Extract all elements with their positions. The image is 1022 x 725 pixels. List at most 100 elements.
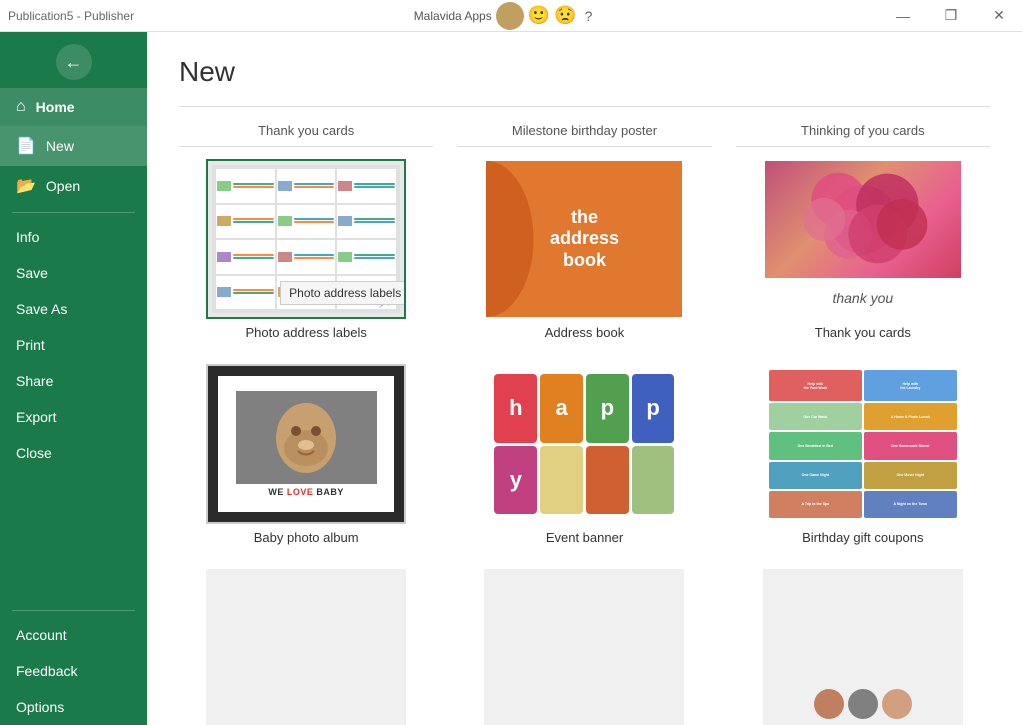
label-cell xyxy=(216,169,275,203)
coupons-thumb: Help withthe Yard Work Help withthe Laun… xyxy=(765,366,961,522)
section-divider xyxy=(179,106,990,107)
template-thumb-bottom-right xyxy=(763,569,963,725)
template-thumb-banner: h a p p y xyxy=(484,364,684,524)
flower-svg xyxy=(765,161,961,278)
template-thank-you-cards[interactable]: thank you Thank you cards xyxy=(736,159,990,340)
section-labels-row: Thank you cards Milestone birthday poste… xyxy=(179,123,990,147)
coupon-4: A Home & Photo Lunch xyxy=(864,403,957,430)
template-thumb-baby: WE LOVE BABY xyxy=(206,364,406,524)
sidebar-item-print[interactable]: Print xyxy=(0,327,147,363)
template-event-banner[interactable]: h a p p y Event banner xyxy=(457,364,711,545)
back-icon: ← xyxy=(65,52,83,73)
avatar-1 xyxy=(814,689,844,719)
baby-album-inner: WE LOVE BABY xyxy=(208,366,404,522)
sidebar-item-account[interactable]: Account xyxy=(0,617,147,653)
smile-icon: 🙂 xyxy=(528,5,550,26)
template-grid-row2: WE LOVE BABY Baby photo album h a p p y xyxy=(179,364,990,569)
home-icon: ⌂ xyxy=(16,98,26,116)
template-thumb-coupons: Help withthe Yard Work Help withthe Laun… xyxy=(763,364,963,524)
sidebar-item-info[interactable]: Info xyxy=(0,219,147,255)
baby-photo-area xyxy=(236,391,377,483)
banner-empty1 xyxy=(540,446,583,515)
sidebar-item-save-as[interactable]: Save As xyxy=(0,291,147,327)
template-bottom-right[interactable] xyxy=(736,569,990,725)
thank-you-img xyxy=(765,161,961,278)
share-label: Share xyxy=(16,373,53,389)
sidebar-divider-1 xyxy=(12,212,135,213)
main-content: New Thank you cards Milestone birthday p… xyxy=(147,0,1022,725)
coupon-3: One Car Wash xyxy=(769,403,862,430)
template-browser[interactable]: New Thank you cards Milestone birthday p… xyxy=(147,32,1022,725)
photo-labels-grid xyxy=(212,165,400,313)
template-thumb-address-book: theaddressbook xyxy=(484,159,684,319)
label-cell xyxy=(216,240,275,274)
close-label: Close xyxy=(16,445,52,461)
close-button[interactable]: ✕ xyxy=(976,0,1022,32)
label-cell xyxy=(277,276,336,310)
sidebar-item-feedback[interactable]: Feedback xyxy=(0,653,147,689)
sidebar-item-options[interactable]: Options xyxy=(0,689,147,725)
template-birthday-gift-coupons[interactable]: Help withthe Yard Work Help withthe Laun… xyxy=(736,364,990,545)
account-label: Account xyxy=(16,627,67,643)
label-cell xyxy=(337,169,396,203)
template-photo-address-labels[interactable]: Photo address labels 📌 Photo address lab… xyxy=(179,159,433,340)
baby-text: WE LOVE BABY xyxy=(268,487,344,497)
template-label-thank-you: Thank you cards xyxy=(815,325,911,340)
options-label: Options xyxy=(16,699,64,715)
sidebar-item-new[interactable]: 📄 New xyxy=(0,126,147,166)
sidebar-item-close[interactable]: Close xyxy=(0,435,147,471)
bottom-avatars xyxy=(814,689,912,719)
template-bottom-left[interactable] xyxy=(179,569,433,725)
sidebar-item-export[interactable]: Export xyxy=(0,399,147,435)
new-label: New xyxy=(46,138,74,154)
frown-icon: 😟 xyxy=(554,5,576,26)
sidebar-item-open[interactable]: 📂 Open xyxy=(0,166,147,206)
coupon-8: One Movie Night xyxy=(864,462,957,489)
thank-you-label: thank you xyxy=(765,278,961,317)
template-grid-row1: Photo address labels 📌 Photo address lab… xyxy=(179,159,990,364)
back-button[interactable]: ← xyxy=(56,44,92,80)
home-label: Home xyxy=(36,99,75,115)
sidebar-item-save[interactable]: Save xyxy=(0,255,147,291)
section-label-milestone: Milestone birthday poster xyxy=(457,123,711,147)
template-label-coupons: Birthday gift coupons xyxy=(802,530,923,545)
restore-button[interactable]: ❐ xyxy=(928,0,974,32)
template-bottom-mid[interactable] xyxy=(457,569,711,725)
label-cell xyxy=(277,205,336,239)
section-label-thinking: Thinking of you cards xyxy=(736,123,990,147)
window-controls: — ❐ ✕ xyxy=(880,0,1022,32)
thank-you-thumb: thank you xyxy=(765,161,961,317)
template-label-baby: Baby photo album xyxy=(254,530,359,545)
open-label: Open xyxy=(46,178,80,194)
help-icon: ? xyxy=(585,8,593,24)
minimize-button[interactable]: — xyxy=(880,0,926,32)
banner-empty3 xyxy=(632,446,675,515)
banner-thumb: h a p p y xyxy=(486,366,682,522)
pin-icon[interactable]: 📌 xyxy=(379,292,396,309)
sidebar-item-home[interactable]: ⌂ Home xyxy=(0,88,147,126)
sidebar: ← ⌂ Home 📄 New 📂 Open Info Save Save As … xyxy=(0,0,147,725)
page-title: New xyxy=(179,56,990,88)
avatar-3 xyxy=(882,689,912,719)
malavida-label: Malavida Apps xyxy=(414,9,492,23)
avatar-2 xyxy=(848,689,878,719)
section-label-thankyou: Thank you cards xyxy=(179,123,433,147)
sidebar-bottom: Account Feedback Options xyxy=(0,604,147,725)
save-as-label: Save As xyxy=(16,301,67,317)
print-label: Print xyxy=(16,337,45,353)
coupon-7: One Game Night xyxy=(769,462,862,489)
titlebar-title: Publication5 - Publisher xyxy=(8,9,134,23)
template-thumb-thank-you: thank you xyxy=(763,159,963,319)
info-label: Info xyxy=(16,229,39,245)
coupon-1: Help withthe Yard Work xyxy=(769,370,862,401)
sidebar-item-share[interactable]: Share xyxy=(0,363,147,399)
template-thumb-bottom-left xyxy=(206,569,406,725)
template-baby-photo-album[interactable]: WE LOVE BABY Baby photo album xyxy=(179,364,433,545)
template-label-address-book: Address book xyxy=(545,325,625,340)
label-cell xyxy=(216,205,275,239)
template-address-book[interactable]: theaddressbook Address book xyxy=(457,159,711,340)
banner-y: y xyxy=(494,446,537,515)
banner-a: a xyxy=(540,374,583,443)
label-cell xyxy=(277,240,336,274)
avatar xyxy=(496,2,524,30)
